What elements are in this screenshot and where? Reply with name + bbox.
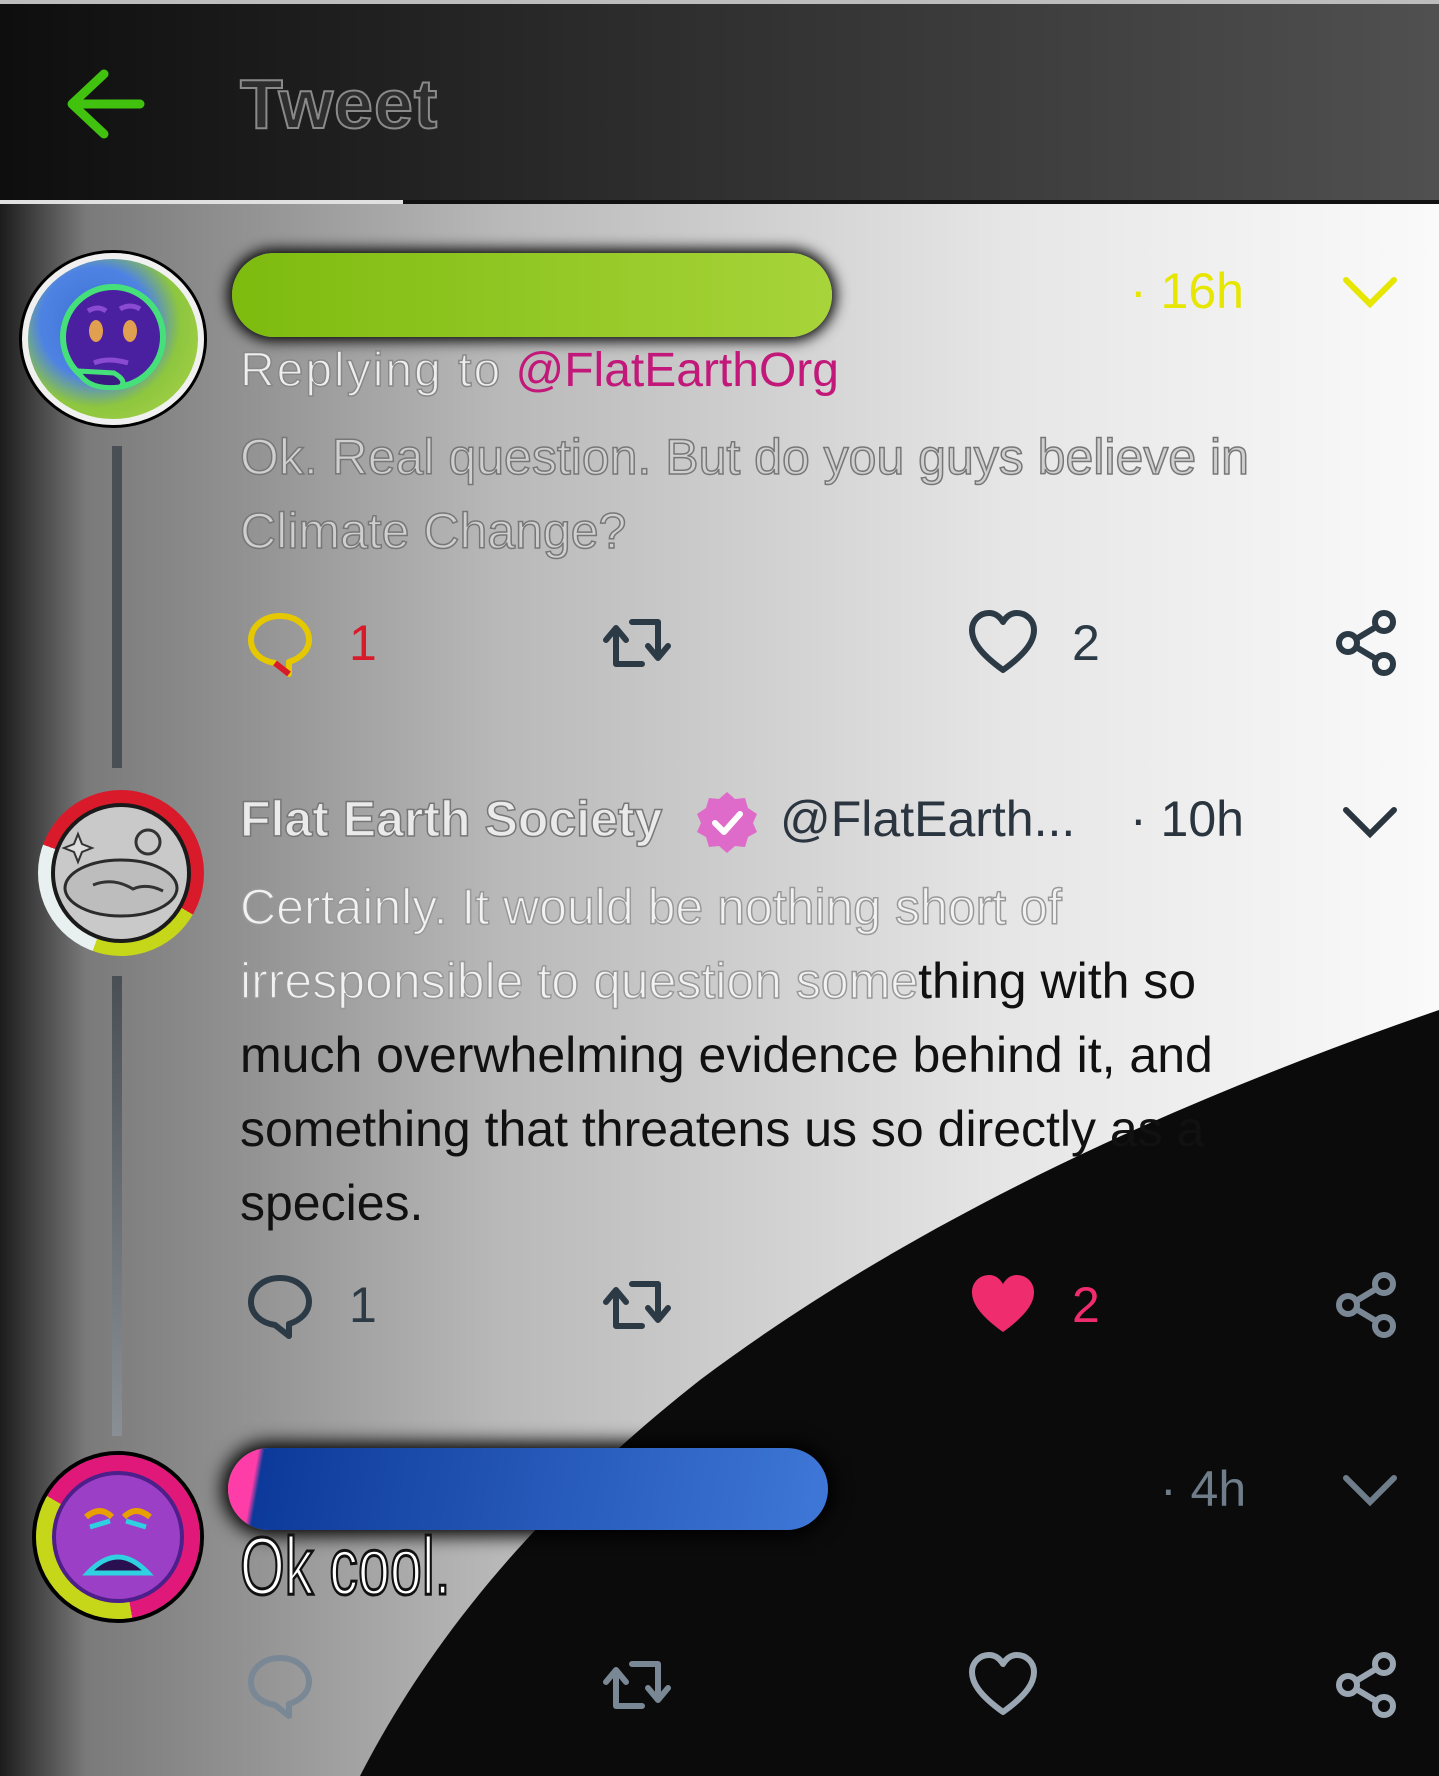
- reply-button[interactable]: [245, 1650, 349, 1720]
- back-arrow-icon[interactable]: [60, 64, 150, 144]
- like-count: 2: [1072, 615, 1100, 671]
- tweet-text: Ok. Real question. But do you guys belie…: [239, 428, 1249, 560]
- avatar-weary-face[interactable]: [36, 1455, 200, 1619]
- retweet-button[interactable]: [602, 608, 706, 678]
- chevron-down-icon[interactable]: [1340, 272, 1400, 312]
- thread-connector-line: [112, 446, 122, 768]
- like-button[interactable]: 2: [968, 608, 1100, 678]
- share-icon: [1336, 1652, 1396, 1718]
- reply-button[interactable]: 1: [245, 608, 377, 678]
- tweet-thread-screen: Tweet · 16h Replying to @FlatEarthOrg Ok…: [0, 0, 1439, 1776]
- retweet-button[interactable]: [602, 1650, 706, 1720]
- tweet-time: · 16h: [1130, 263, 1244, 319]
- tweet-text: Certainly. It would be nothing short of …: [239, 870, 1330, 1240]
- like-count: 2: [1072, 1277, 1100, 1333]
- tweet-time: · 4h: [1160, 1461, 1247, 1517]
- reply-count: 1: [349, 615, 377, 671]
- author-name[interactable]: Flat Earth Society: [239, 790, 663, 848]
- comment-icon: [248, 1275, 312, 1339]
- chevron-down-icon[interactable]: [1340, 802, 1400, 842]
- page-title: Tweet: [239, 64, 439, 144]
- replying-to: Replying to @FlatEarthOrg: [239, 343, 839, 398]
- avatar-thinking-face[interactable]: [22, 253, 204, 425]
- reply-count: 1: [349, 1277, 377, 1333]
- retweet-icon: [603, 1661, 671, 1709]
- heart-filled-icon: [972, 1275, 1034, 1332]
- replying-to-label: Replying to: [239, 343, 503, 398]
- redacted-author-name[interactable]: [232, 253, 832, 337]
- retweet-icon: [603, 619, 671, 667]
- tweet-time: · 10h: [1130, 791, 1244, 847]
- share-button[interactable]: [1332, 1650, 1402, 1720]
- share-button[interactable]: [1332, 608, 1402, 678]
- share-icon: [1336, 1272, 1396, 1338]
- retweet-button[interactable]: [602, 1270, 706, 1340]
- retweet-icon: [603, 1281, 671, 1329]
- chevron-down-icon[interactable]: [1340, 1470, 1400, 1510]
- heart-icon: [969, 1652, 1037, 1715]
- reply-button[interactable]: 1: [245, 1270, 377, 1340]
- thread-connector-line: [112, 976, 122, 1436]
- top-app-bar: Tweet: [0, 0, 1439, 200]
- header-divider: [0, 200, 1439, 204]
- like-button[interactable]: [968, 1650, 1072, 1720]
- replying-to-handle[interactable]: @FlatEarthOrg: [515, 344, 838, 397]
- heart-icon: [969, 610, 1037, 673]
- comment-icon: [248, 613, 312, 677]
- tweet-text: Ok cool.: [239, 1521, 452, 1612]
- author-handle[interactable]: @FlatEarth...: [780, 790, 1075, 848]
- verified-badge-icon: [697, 792, 757, 853]
- share-button[interactable]: [1332, 1270, 1402, 1340]
- like-button[interactable]: 2: [968, 1270, 1100, 1340]
- share-icon: [1336, 610, 1396, 676]
- redacted-author-name[interactable]: [228, 1448, 828, 1530]
- comment-icon: [248, 1655, 312, 1719]
- avatar-flat-earth-society[interactable]: [38, 790, 204, 956]
